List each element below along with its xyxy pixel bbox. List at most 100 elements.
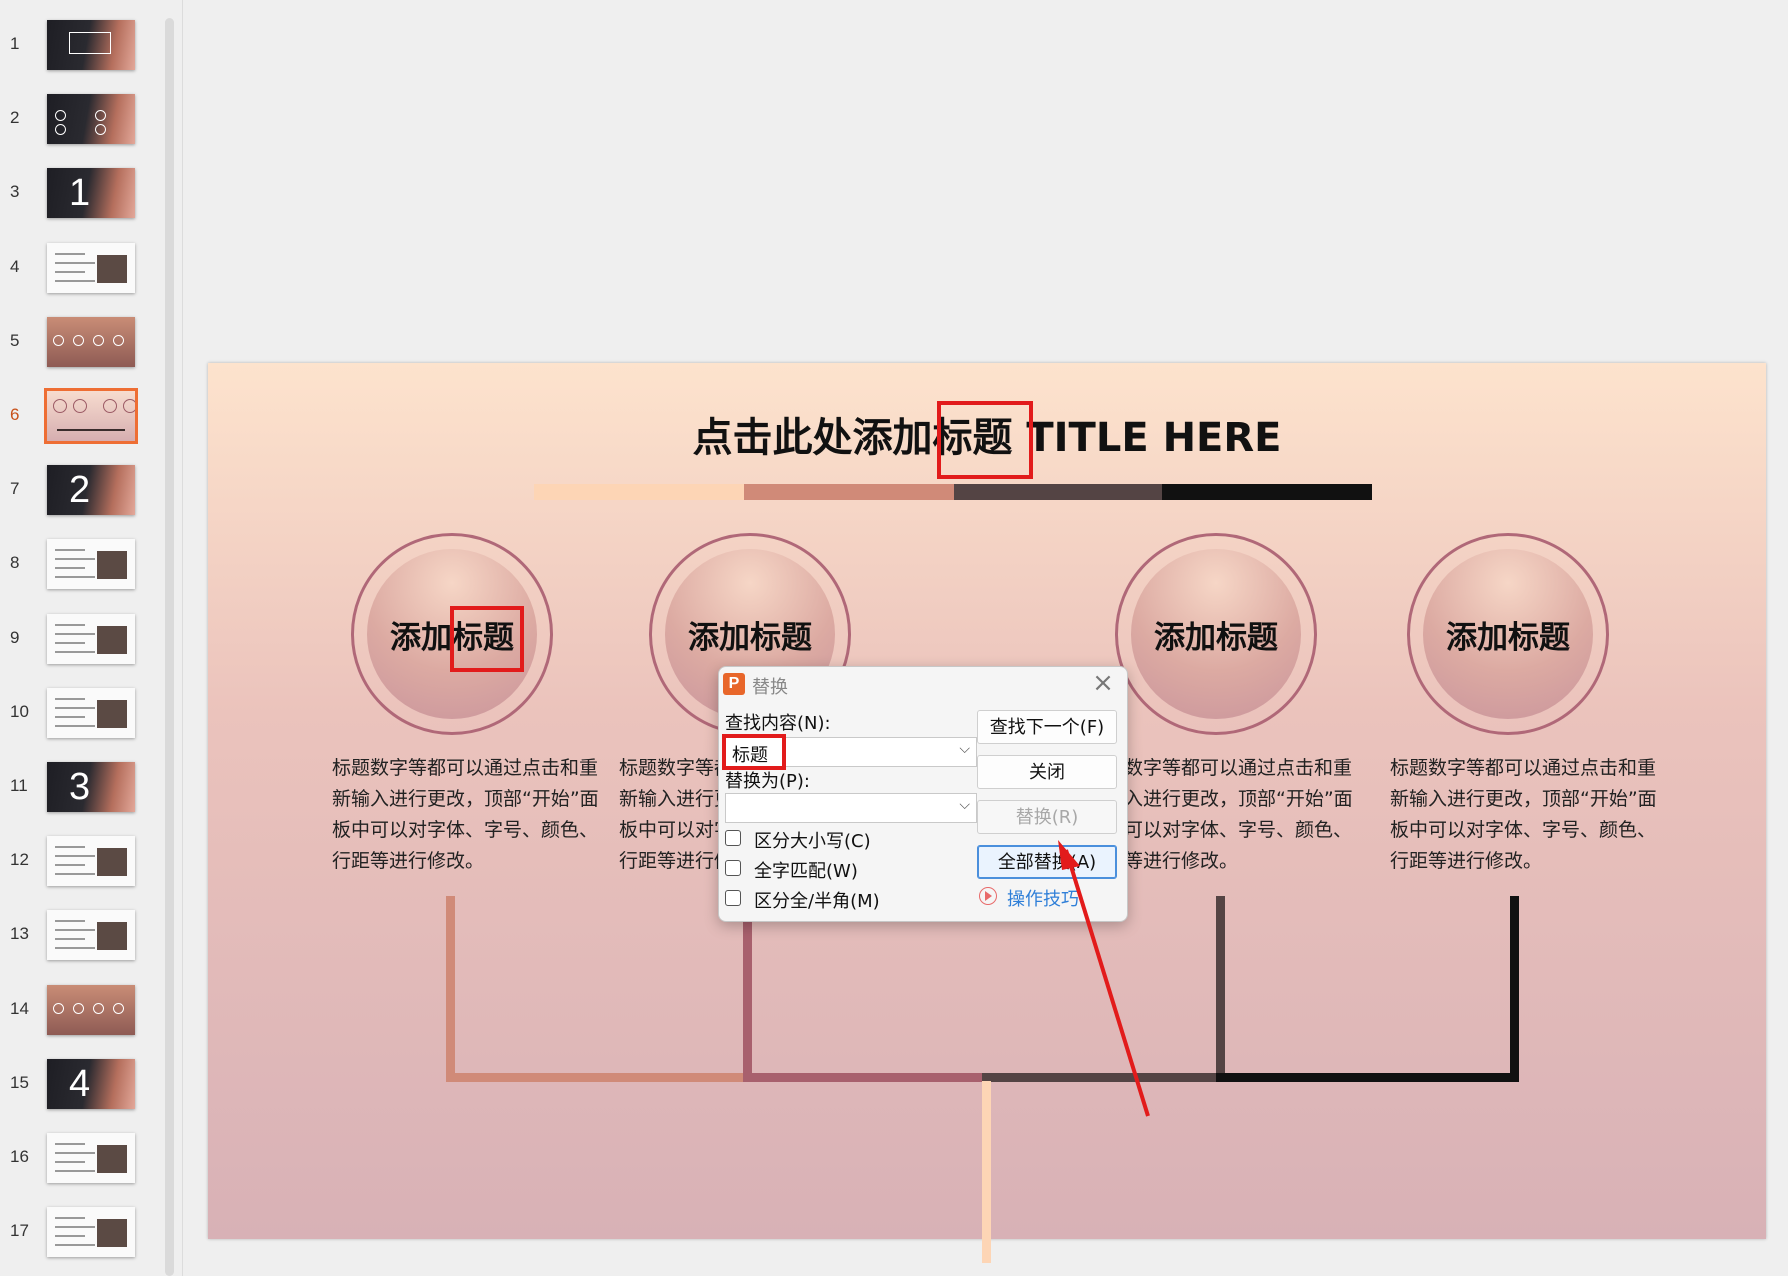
connector-rose-vertical xyxy=(446,896,455,1079)
slide-thumbnail-14[interactable]: 14 xyxy=(0,984,160,1045)
section-number: 2 xyxy=(69,469,91,512)
thumbnail-dot xyxy=(113,334,124,346)
connector-black-vertical xyxy=(1510,896,1519,1082)
slide-thumbnail-2[interactable]: 2 xyxy=(0,94,160,154)
column-text-4[interactable]: 标题数字等都可以通过点击和重新输入进行更改，顶部“开始”面板中可以对字体、字号、… xyxy=(1390,753,1660,877)
slide-thumbnail-16[interactable]: 16 xyxy=(0,1133,160,1193)
thumbnail-line xyxy=(55,1244,95,1247)
match-case-label: 区分大小写(C) xyxy=(754,831,871,852)
slide-thumbnail-3[interactable]: 31 xyxy=(0,168,160,228)
slide-thumbnail-6[interactable]: 6 xyxy=(0,391,160,451)
chevron-down-icon[interactable]: ⌵ xyxy=(959,741,970,757)
thumbnail-circle xyxy=(123,399,135,413)
slide-thumbnail-image[interactable] xyxy=(47,391,135,441)
circle-label-3: 添加标题 xyxy=(1154,619,1278,656)
slide-thumbnail-image[interactable] xyxy=(47,1207,135,1258)
title-bar-black xyxy=(1162,484,1372,500)
thumbnail-title-box xyxy=(69,32,111,54)
slide-number: 4 xyxy=(10,256,20,276)
thumbnail-line xyxy=(55,1143,85,1145)
slide-thumbnail-image[interactable] xyxy=(47,94,135,145)
thumbnail-line xyxy=(55,623,85,626)
thumbnail-dot xyxy=(95,124,106,136)
slide-thumbnail-11[interactable]: 11 3 xyxy=(0,762,160,822)
slide-thumbnail-image[interactable] xyxy=(47,316,135,367)
chevron-down-icon[interactable]: ⌵ xyxy=(959,797,970,813)
thumbnail-dot xyxy=(73,334,84,346)
play-icon xyxy=(979,887,997,905)
thumbnail-dot xyxy=(93,1002,104,1014)
close-icon[interactable]: × xyxy=(1089,669,1117,697)
checkbox-box[interactable] xyxy=(725,830,741,846)
slide-thumbnail-image[interactable] xyxy=(47,20,135,70)
slide-thumbnail-17[interactable]: 17 xyxy=(0,1207,160,1267)
thumbnail-line xyxy=(55,1217,85,1220)
tips-link-label[interactable]: 操作技巧 xyxy=(1007,885,1079,911)
thumbnail-line xyxy=(55,697,85,700)
slide-thumbnail-9[interactable]: 9 xyxy=(0,613,160,674)
slide-thumbnail-12[interactable]: 12 xyxy=(0,836,160,896)
slide-thumbnail-5[interactable]: 5 xyxy=(0,316,160,377)
thumbnail-picture xyxy=(97,922,127,951)
slide-number: 3 xyxy=(10,182,20,202)
connector-brown-vertical xyxy=(1216,896,1225,1082)
title-bar-brown xyxy=(954,484,1162,500)
thumbnail-line xyxy=(55,920,85,923)
slide-thumbnail-image[interactable] xyxy=(47,984,135,1035)
slide-thumbnail-image[interactable] xyxy=(47,613,135,664)
slide-thumbnail-4[interactable]: 4 xyxy=(0,242,160,303)
slide-thumbnail-image[interactable]: 3 xyxy=(47,762,135,812)
circle-4[interactable]: 添加标题 xyxy=(1407,533,1609,735)
connector-black-horizontal xyxy=(1216,1073,1519,1082)
checkbox-box[interactable] xyxy=(725,890,741,906)
slide-thumbnail-image[interactable] xyxy=(47,687,135,738)
replace-dialog[interactable]: P 替换 × 查找内容(N): 标题 ⌵ 替换为(P): ⌵ 区分大小写(C) … xyxy=(718,666,1128,922)
close-button[interactable]: 关闭 xyxy=(977,755,1117,789)
replace-label: 替换为(P): xyxy=(725,771,810,792)
section-number: 4 xyxy=(69,1062,91,1105)
slide-number: 13 xyxy=(10,924,29,944)
slide-thumbnail-8[interactable]: 8 xyxy=(0,539,160,599)
slide-thumbnail-image[interactable] xyxy=(47,836,135,887)
thumbnail-line xyxy=(55,650,95,653)
thumbnail-circle xyxy=(53,399,67,413)
thumbnail-circle xyxy=(73,399,87,413)
slide-number: 10 xyxy=(10,701,29,721)
slide-thumbnail-image[interactable] xyxy=(47,910,135,961)
column-text-1[interactable]: 标题数字等都可以通过点击和重新输入进行更改，顶部“开始”面板中可以对字体、字号、… xyxy=(332,753,602,877)
slide-thumbnail-15[interactable]: 15 4 xyxy=(0,1058,160,1119)
circle-annotation-box xyxy=(450,606,524,672)
thumbnail-dot xyxy=(73,1002,84,1014)
replace-all-button[interactable]: 全部替换(A) xyxy=(977,845,1117,879)
replace-button[interactable]: 替换(R) xyxy=(977,800,1117,834)
slide-thumbnail-image[interactable] xyxy=(47,1133,135,1183)
slide-thumbnail-10[interactable]: 10 xyxy=(0,687,160,748)
thumbnail-picture xyxy=(97,625,127,654)
thumbnail-circle xyxy=(103,399,117,413)
thumbnail-dot xyxy=(53,334,64,346)
slide-number: 6 xyxy=(10,405,20,424)
section-number: 1 xyxy=(69,172,91,215)
thumbnail-dot xyxy=(95,110,106,122)
connector-mauve-vertical xyxy=(743,919,752,1082)
replace-combobox[interactable]: ⌵ xyxy=(725,793,977,823)
slide-thumbnail-image[interactable] xyxy=(47,539,135,590)
thumbnail-picture xyxy=(97,1219,127,1248)
dialog-title: 替换 xyxy=(752,677,788,698)
slide-thumbnail-image[interactable]: 4 xyxy=(47,1058,135,1109)
slide-thumbnail-7[interactable]: 72 xyxy=(0,465,160,525)
thumbnail-dot xyxy=(53,1002,64,1014)
thumbnail-line xyxy=(55,864,85,867)
thumbnail-scrollbar[interactable] xyxy=(165,18,174,1276)
slide-number: 14 xyxy=(10,998,29,1018)
slide-thumbnail-image[interactable]: 2 xyxy=(47,465,135,516)
find-next-button[interactable]: 查找下一个(F) xyxy=(977,710,1117,744)
slide-thumbnail-13[interactable]: 13 xyxy=(0,910,160,970)
circle-3[interactable]: 添加标题 xyxy=(1115,533,1317,735)
slide-thumbnail-image[interactable]: 1 xyxy=(47,168,135,219)
slide-thumbnail-image[interactable] xyxy=(47,242,135,293)
slide-thumbnail-1[interactable]: 1 xyxy=(0,20,160,80)
thumbnail-line xyxy=(55,929,95,932)
thumbnail-line xyxy=(55,846,85,849)
checkbox-box[interactable] xyxy=(725,860,741,876)
